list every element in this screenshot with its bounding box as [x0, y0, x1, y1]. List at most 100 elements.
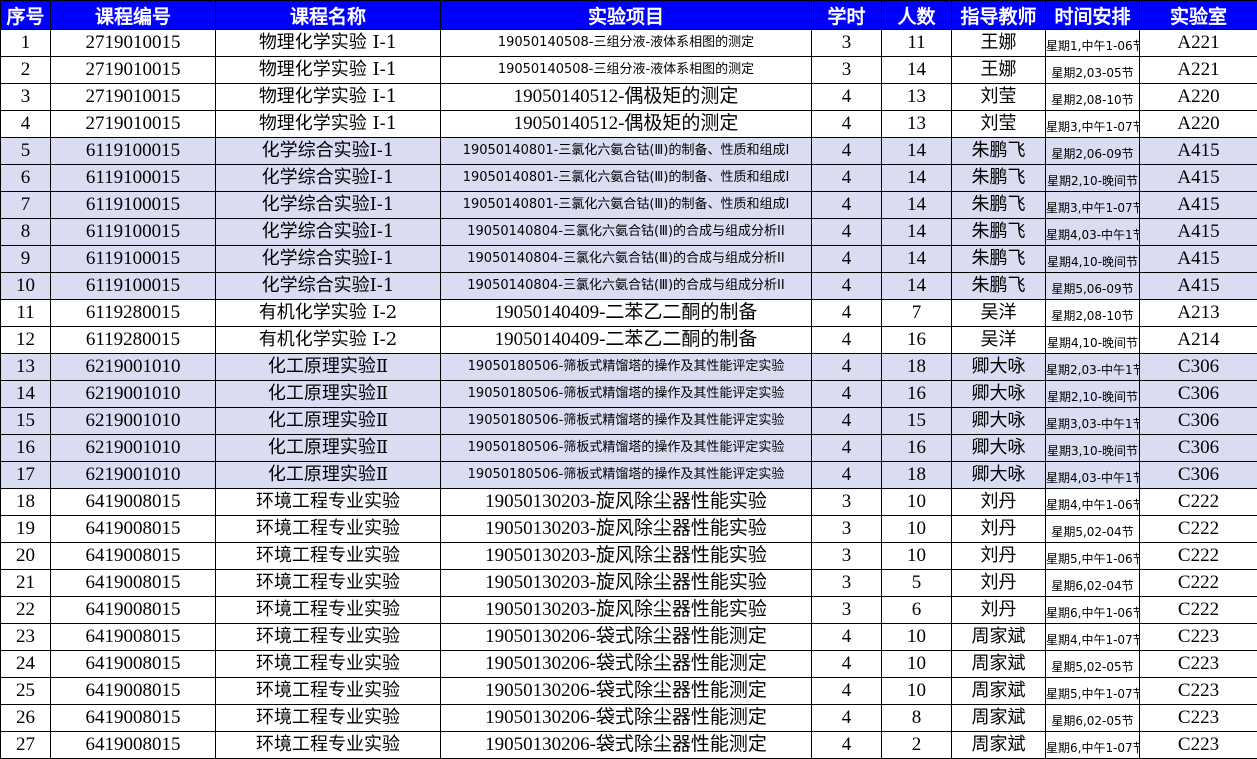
- cell-teacher: 吴洋: [952, 300, 1046, 327]
- header-cell-count: 人数: [882, 1, 952, 30]
- cell-no: 8: [1, 219, 51, 246]
- cell-no: 25: [1, 678, 51, 705]
- cell-count: 11: [882, 30, 952, 57]
- cell-course-code: 6219001010: [51, 408, 216, 435]
- table-body: 12719010015物理化学实验 Ⅰ-119050140508-三组分液-液体…: [1, 30, 1257, 759]
- cell-teacher: 卿大咏: [952, 354, 1046, 381]
- table-row: 146219001010化工原理实验Ⅱ19050180506-筛板式精馏塔的操作…: [1, 381, 1257, 408]
- cell-no: 17: [1, 462, 51, 489]
- header-cell-code: 课程编号: [51, 1, 216, 30]
- cell-count: 14: [882, 246, 952, 273]
- cell-course-name: 化学综合实验Ⅰ-1: [216, 165, 441, 192]
- cell-teacher: 刘丹: [952, 570, 1046, 597]
- cell-hours: 4: [812, 327, 882, 354]
- cell-count: 16: [882, 327, 952, 354]
- cell-teacher: 朱鹏飞: [952, 165, 1046, 192]
- cell-project: 19050140804-三氯化六氨合钴(Ⅲ)的合成与组成分析II: [441, 219, 812, 246]
- schedule-table: 序号 课程编号 课程名称 实验项目 学时 人数 指导教师 时间安排 实验室 12…: [0, 0, 1257, 759]
- header-cell-teacher: 指导教师: [952, 1, 1046, 30]
- cell-course-code: 6419008015: [51, 705, 216, 732]
- cell-count: 15: [882, 408, 952, 435]
- table-row: 32719010015物理化学实验 Ⅰ-119050140512-偶极矩的测定4…: [1, 84, 1257, 111]
- cell-count: 10: [882, 651, 952, 678]
- cell-time: 星期2,08-10节: [1046, 84, 1140, 111]
- cell-hours: 3: [812, 597, 882, 624]
- table-row: 236419008015环境工程专业实验19050130206-袋式除尘器性能测…: [1, 624, 1257, 651]
- cell-project: 19050130206-袋式除尘器性能测定: [441, 705, 812, 732]
- table-row: 66119100015化学综合实验Ⅰ-119050140801-三氯化六氨合钴(…: [1, 165, 1257, 192]
- cell-count: 10: [882, 678, 952, 705]
- cell-no: 6: [1, 165, 51, 192]
- cell-course-code: 6119100015: [51, 138, 216, 165]
- cell-project: 19050130203-旋风除尘器性能实验: [441, 516, 812, 543]
- cell-course-code: 6419008015: [51, 570, 216, 597]
- cell-teacher: 朱鹏飞: [952, 192, 1046, 219]
- cell-no: 27: [1, 732, 51, 759]
- cell-room: C223: [1140, 678, 1257, 705]
- cell-project: 19050140801-三氯化六氨合钴(Ⅲ)的制备、性质和组成I: [441, 192, 812, 219]
- cell-course-name: 有机化学实验 Ⅰ-2: [216, 300, 441, 327]
- cell-hours: 4: [812, 705, 882, 732]
- cell-course-name: 化工原理实验Ⅱ: [216, 435, 441, 462]
- cell-course-code: 6419008015: [51, 651, 216, 678]
- cell-room: A220: [1140, 111, 1257, 138]
- table-row: 156219001010化工原理实验Ⅱ19050180506-筛板式精馏塔的操作…: [1, 408, 1257, 435]
- cell-no: 26: [1, 705, 51, 732]
- cell-course-name: 环境工程专业实验: [216, 678, 441, 705]
- cell-project: 19050130206-袋式除尘器性能测定: [441, 732, 812, 759]
- cell-course-code: 6219001010: [51, 435, 216, 462]
- cell-course-code: 2719010015: [51, 111, 216, 138]
- cell-teacher: 卿大咏: [952, 408, 1046, 435]
- cell-no: 12: [1, 327, 51, 354]
- cell-room: A221: [1140, 57, 1257, 84]
- cell-course-code: 6419008015: [51, 597, 216, 624]
- table-row: 12719010015物理化学实验 Ⅰ-119050140508-三组分液-液体…: [1, 30, 1257, 57]
- cell-count: 5: [882, 570, 952, 597]
- cell-teacher: 卿大咏: [952, 435, 1046, 462]
- cell-room: C223: [1140, 624, 1257, 651]
- cell-project: 19050180506-筛板式精馏塔的操作及其性能评定实验: [441, 381, 812, 408]
- cell-time: 星期2,08-10节: [1046, 300, 1140, 327]
- cell-course-code: 6119280015: [51, 300, 216, 327]
- cell-course-name: 环境工程专业实验: [216, 570, 441, 597]
- cell-no: 23: [1, 624, 51, 651]
- table-row: 246419008015环境工程专业实验19050130206-袋式除尘器性能测…: [1, 651, 1257, 678]
- cell-no: 24: [1, 651, 51, 678]
- cell-no: 16: [1, 435, 51, 462]
- cell-time: 星期2,10-晚间节: [1046, 165, 1140, 192]
- cell-room: A415: [1140, 219, 1257, 246]
- cell-no: 14: [1, 381, 51, 408]
- cell-project: 19050130203-旋风除尘器性能实验: [441, 543, 812, 570]
- table-row: 276419008015环境工程专业实验19050130206-袋式除尘器性能测…: [1, 732, 1257, 759]
- cell-project: 19050130206-袋式除尘器性能测定: [441, 624, 812, 651]
- cell-no: 2: [1, 57, 51, 84]
- cell-teacher: 王娜: [952, 57, 1046, 84]
- cell-course-code: 2719010015: [51, 84, 216, 111]
- cell-room: A415: [1140, 246, 1257, 273]
- cell-course-code: 6419008015: [51, 489, 216, 516]
- cell-room: C223: [1140, 732, 1257, 759]
- table-row: 266419008015环境工程专业实验19050130206-袋式除尘器性能测…: [1, 705, 1257, 732]
- cell-hours: 4: [812, 111, 882, 138]
- cell-project: 19050140512-偶极矩的测定: [441, 111, 812, 138]
- cell-project: 19050140804-三氯化六氨合钴(Ⅲ)的合成与组成分析II: [441, 273, 812, 300]
- cell-course-code: 6119280015: [51, 327, 216, 354]
- cell-time: 星期2,10-晚间节: [1046, 381, 1140, 408]
- cell-no: 1: [1, 30, 51, 57]
- cell-count: 16: [882, 435, 952, 462]
- cell-course-code: 6419008015: [51, 732, 216, 759]
- cell-course-name: 化学综合实验Ⅰ-1: [216, 219, 441, 246]
- cell-hours: 4: [812, 354, 882, 381]
- cell-course-name: 环境工程专业实验: [216, 597, 441, 624]
- cell-course-code: 6219001010: [51, 381, 216, 408]
- cell-project: 19050180506-筛板式精馏塔的操作及其性能评定实验: [441, 435, 812, 462]
- cell-hours: 4: [812, 435, 882, 462]
- table-row: 22719010015物理化学实验 Ⅰ-119050140508-三组分液-液体…: [1, 57, 1257, 84]
- cell-hours: 3: [812, 489, 882, 516]
- cell-time: 星期2,03-05节: [1046, 57, 1140, 84]
- table-row: 196419008015环境工程专业实验19050130203-旋风除尘器性能实…: [1, 516, 1257, 543]
- table-row: 216419008015环境工程专业实验19050130203-旋风除尘器性能实…: [1, 570, 1257, 597]
- cell-room: C306: [1140, 462, 1257, 489]
- cell-project: 19050180506-筛板式精馏塔的操作及其性能评定实验: [441, 408, 812, 435]
- cell-count: 8: [882, 705, 952, 732]
